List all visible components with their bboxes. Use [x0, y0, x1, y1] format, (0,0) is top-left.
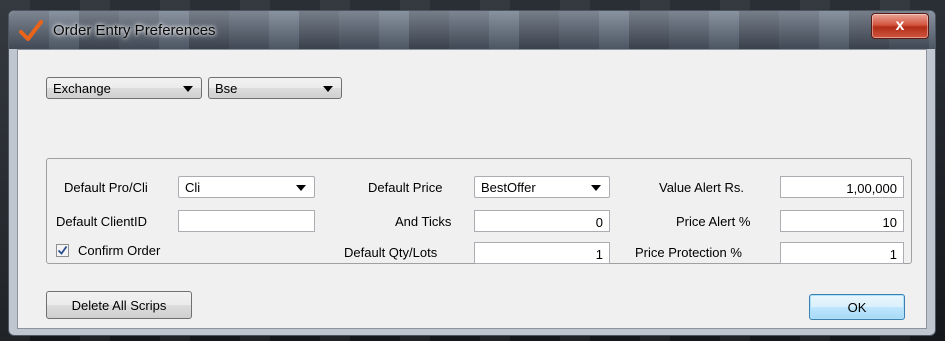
price-alert-input[interactable]	[780, 210, 904, 232]
price-protection-input[interactable]	[780, 242, 904, 264]
default-qty-input[interactable]	[474, 242, 610, 264]
title-bar[interactable]: Order Entry Preferences x	[9, 11, 935, 49]
value-alert-label: Value Alert Rs.	[659, 180, 745, 195]
exchange-value: Bse	[215, 80, 238, 96]
pro-cli-label: Default Pro/Cli	[64, 180, 148, 195]
confirm-order-label: Confirm Order	[78, 243, 161, 258]
exchange-dropdown[interactable]: Bse	[208, 77, 342, 99]
checkmark-icon	[57, 245, 68, 255]
checkmark-icon	[19, 20, 43, 41]
price-alert-label: Price Alert %	[676, 214, 751, 229]
default-price-value: BestOffer	[481, 179, 536, 195]
default-price-dropdown[interactable]: BestOffer	[474, 176, 610, 198]
and-ticks-label: And Ticks	[395, 214, 452, 229]
client-id-input[interactable]	[178, 210, 315, 232]
ok-button[interactable]: OK	[809, 294, 905, 320]
chevron-down-icon	[323, 86, 333, 92]
window-title: Order Entry Preferences	[53, 22, 216, 39]
chevron-down-icon	[591, 185, 601, 191]
order-entry-preferences-dialog: Order Entry Preferences x Exchange Bse D…	[8, 10, 936, 336]
close-icon: x	[895, 17, 905, 34]
client-id-label: Default ClientID	[56, 214, 148, 229]
exchange-type-value: Exchange	[53, 80, 111, 96]
price-protection-label: Price Protection %	[635, 245, 742, 260]
and-ticks-input[interactable]	[474, 210, 610, 232]
pro-cli-value: Cli	[185, 179, 201, 195]
value-alert-input[interactable]	[780, 176, 904, 198]
chevron-down-icon	[296, 185, 306, 191]
delete-all-scrips-button[interactable]: Delete All Scrips	[46, 291, 192, 319]
pro-cli-dropdown[interactable]: Cli	[178, 176, 315, 198]
exchange-type-dropdown[interactable]: Exchange	[46, 77, 202, 99]
confirm-order-checkbox[interactable]	[56, 244, 69, 257]
chevron-down-icon	[183, 86, 193, 92]
default-qty-label: Default Qty/Lots	[344, 245, 438, 260]
dialog-client-area: Exchange Bse Default Pro/Cli Cli Default…	[17, 49, 927, 329]
close-button[interactable]: x	[871, 13, 929, 39]
default-price-label: Default Price	[368, 180, 443, 195]
